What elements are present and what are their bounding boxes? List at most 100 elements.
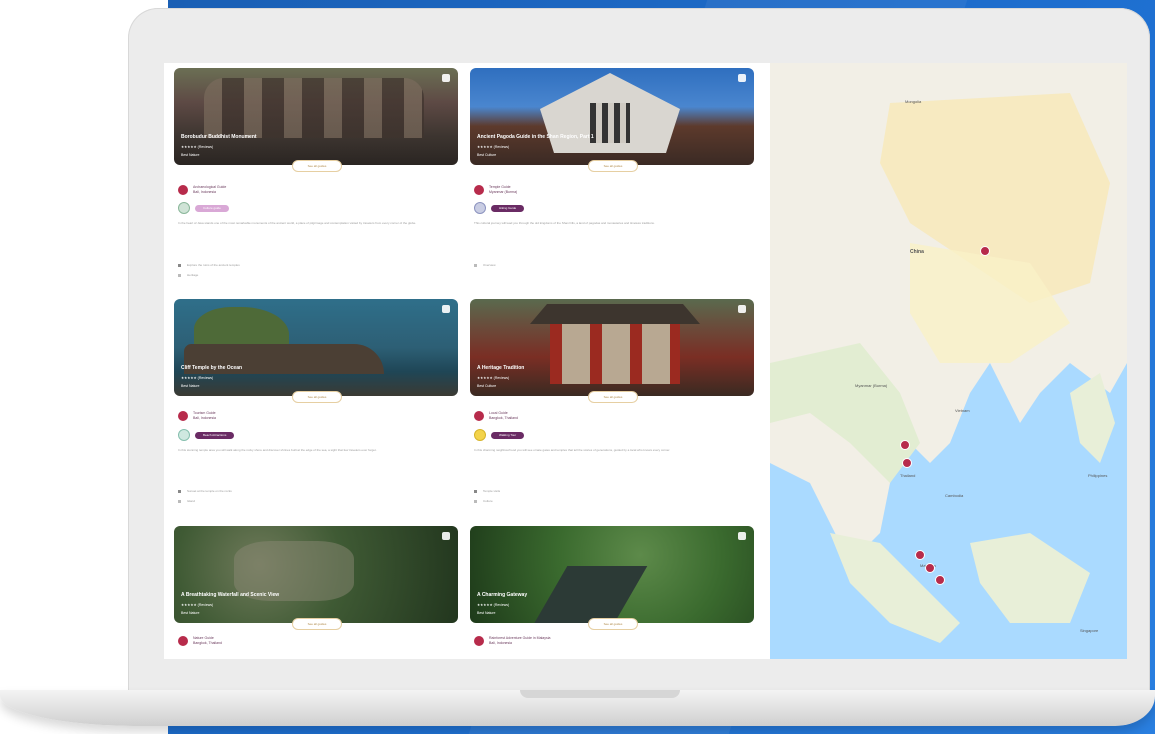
- map-label: Mongolia: [905, 99, 922, 104]
- favorite-icon[interactable]: [442, 74, 450, 82]
- card-photo[interactable]: Borobudur Buddhist Monument ★★★★★ (Revie…: [174, 68, 458, 165]
- guide-location: Bali, Indonesia: [489, 641, 512, 645]
- guide-list: Borobudur Buddhist Monument ★★★★★ (Revie…: [164, 63, 769, 659]
- category-tag[interactable]: Beach Attractions: [195, 431, 235, 439]
- feature-item: Culture: [474, 499, 493, 503]
- guide-card[interactable]: Ancient Pagoda Guide in the Shan Region,…: [470, 68, 754, 267]
- bullet-icon: [474, 263, 477, 267]
- card-rating: ★★★★★ (Reviews): [477, 376, 510, 380]
- favorite-icon[interactable]: [738, 74, 746, 82]
- guide-card[interactable]: Borobudur Buddhist Monument ★★★★★ (Revie…: [174, 68, 458, 277]
- map-pin[interactable]: [980, 246, 990, 256]
- category-icon: [178, 429, 190, 441]
- category-icon: [474, 202, 486, 214]
- avatar: [474, 185, 484, 195]
- map-label: Philippines: [1088, 473, 1108, 478]
- avatar: [474, 411, 484, 421]
- tag-row: Walking Tour: [474, 429, 525, 441]
- card-subtitle: Best Nature: [181, 611, 200, 615]
- guide-location: Bali, Indonesia: [193, 416, 216, 420]
- card-description: In this charming neighbourhood you will …: [474, 448, 671, 452]
- card-title: A Charming Gateway: [477, 592, 528, 598]
- card-title: Borobudur Buddhist Monument: [181, 134, 257, 140]
- map-pin[interactable]: [902, 458, 912, 468]
- map-land: [770, 63, 1127, 643]
- feature-item: Explore the ruins of the ancient temples: [178, 263, 240, 267]
- guide-card[interactable]: Cliff Temple by the Ocean ★★★★★ (Reviews…: [174, 299, 458, 503]
- map-label: Cambodia: [945, 493, 964, 498]
- map-pin[interactable]: [915, 550, 925, 560]
- guide-location: Bali, Indonesia: [193, 190, 216, 194]
- guide-author[interactable]: Local Guide Bangkok, Thailand: [474, 411, 518, 421]
- category-icon: [178, 202, 190, 214]
- favorite-icon[interactable]: [738, 532, 746, 540]
- card-description: In the heart of Java stands one of the m…: [178, 221, 417, 225]
- bullet-icon: [178, 489, 181, 493]
- laptop-screen: Borobudur Buddhist Monument ★★★★★ (Revie…: [164, 63, 1127, 659]
- see-guides-button[interactable]: See all guides: [292, 391, 342, 403]
- map-pin[interactable]: [925, 563, 935, 573]
- map-pin[interactable]: [935, 575, 945, 585]
- see-guides-button[interactable]: See all guides: [292, 160, 342, 172]
- avatar: [178, 411, 188, 421]
- guide-author[interactable]: Archaeological Guide Bali, Indonesia: [178, 185, 226, 195]
- favorite-icon[interactable]: [442, 305, 450, 313]
- category-tag[interactable]: Culture guide: [195, 204, 229, 212]
- favorite-icon[interactable]: [738, 305, 746, 313]
- map-label: Vietnam: [955, 408, 970, 413]
- avatar: [178, 185, 188, 195]
- see-guides-button[interactable]: See all guides: [292, 618, 342, 630]
- map-view[interactable]: Mongolia China Myanmar (Burma) Thailand …: [770, 63, 1127, 659]
- card-rating: ★★★★★ (Reviews): [477, 603, 510, 607]
- feature-item: Overview: [474, 263, 496, 267]
- see-guides-button[interactable]: See all guides: [588, 391, 638, 403]
- guide-location: Myanmar (Burma): [489, 190, 518, 194]
- bullet-icon: [178, 263, 181, 267]
- guide-card[interactable]: A Heritage Tradition ★★★★★ (Reviews) Bes…: [470, 299, 754, 503]
- feature-item: Temple visits: [474, 489, 500, 493]
- card-photo[interactable]: Ancient Pagoda Guide in the Shan Region,…: [470, 68, 754, 165]
- avatar: [178, 636, 188, 646]
- card-description: This cultural journey will lead you thro…: [474, 221, 655, 225]
- card-photo[interactable]: Cliff Temple by the Ocean ★★★★★ (Reviews…: [174, 299, 458, 396]
- card-rating: ★★★★★ (Reviews): [181, 603, 214, 607]
- see-guides-button[interactable]: See all guides: [588, 618, 638, 630]
- card-rating: ★★★★★ (Reviews): [181, 145, 214, 149]
- card-subtitle: Best Nature: [181, 153, 200, 157]
- card-photo[interactable]: A Breathtaking Waterfall and Scenic View…: [174, 526, 458, 623]
- card-subtitle: Best Nature: [477, 611, 496, 615]
- card-title: A Breathtaking Waterfall and Scenic View: [181, 592, 280, 598]
- feature-item: Island: [178, 499, 195, 503]
- laptop-notch: [520, 690, 680, 698]
- bullet-icon: [178, 499, 181, 503]
- map-label: Myanmar (Burma): [855, 383, 888, 388]
- see-guides-button[interactable]: See all guides: [588, 160, 638, 172]
- guide-author[interactable]: Tourism Guide Bali, Indonesia: [178, 411, 216, 421]
- tag-row: Beach Attractions: [178, 429, 235, 441]
- card-title: Cliff Temple by the Ocean: [181, 365, 243, 371]
- avatar: [474, 636, 484, 646]
- guide-card[interactable]: A Charming Gateway ★★★★★ (Reviews) Best …: [470, 526, 754, 646]
- bullet-icon: [474, 489, 477, 493]
- category-tag[interactable]: Walking Tour: [491, 431, 525, 439]
- card-title: A Heritage Tradition: [477, 365, 525, 371]
- card-photo[interactable]: A Heritage Tradition ★★★★★ (Reviews) Bes…: [470, 299, 754, 396]
- feature-item: Heritage: [178, 273, 198, 277]
- card-photo[interactable]: A Charming Gateway ★★★★★ (Reviews) Best …: [470, 526, 754, 623]
- category-icon: [474, 429, 486, 441]
- card-rating: ★★★★★ (Reviews): [477, 145, 510, 149]
- guide-author[interactable]: Rainforest Adventure Guide in Malaysia Ba…: [474, 636, 550, 646]
- category-tag[interactable]: Hiking Guide: [491, 204, 525, 212]
- tag-row: Culture guide: [178, 202, 229, 214]
- map-label: Thailand: [900, 473, 916, 478]
- favorite-icon[interactable]: [442, 532, 450, 540]
- card-title: Ancient Pagoda Guide in the Shan Region,…: [477, 134, 594, 140]
- guide-card[interactable]: A Breathtaking Waterfall and Scenic View…: [174, 526, 458, 646]
- guide-author[interactable]: Nature Guide Bangkok, Thailand: [178, 636, 222, 646]
- feature-item: Sunset at the temple on the rocks: [178, 489, 232, 493]
- guide-author[interactable]: Temple Guide Myanmar (Burma): [474, 185, 517, 195]
- map-label: China: [910, 249, 924, 255]
- guide-location: Bangkok, Thailand: [489, 416, 518, 420]
- map-pin[interactable]: [900, 440, 910, 450]
- card-subtitle: Best Nature: [181, 384, 200, 388]
